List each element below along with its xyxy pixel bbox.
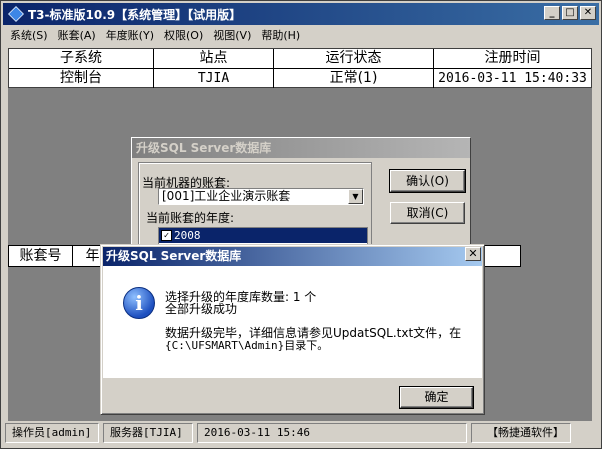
- account-combo[interactable]: [001]工业企业演示账套 ▼: [158, 188, 364, 205]
- chevron-down-icon[interactable]: ▼: [348, 189, 363, 204]
- upgrade-sql-dialog: 升级SQL Server数据库 当前机器的账套: [001]工业企业演示账套 ▼…: [131, 137, 471, 254]
- message-line-success: 全部升级成功: [165, 302, 238, 316]
- close-icon[interactable]: ✕: [465, 247, 481, 261]
- status-datetime: 2016-03-11 15:46: [197, 423, 467, 443]
- messagebox-title[interactable]: 升级SQL Server数据库: [103, 247, 482, 266]
- window-controls: _ □ ✕: [544, 6, 596, 20]
- cancel-button[interactable]: 取消(C): [390, 202, 465, 224]
- cell-register-time: 2016-03-11 15:40:33: [438, 71, 587, 86]
- status-bar: 操作员[admin] 服务器[TJIA] 2016-03-11 15:46 【畅…: [5, 423, 599, 445]
- header-register-time[interactable]: 注册时间: [434, 49, 591, 68]
- minimize-button[interactable]: _: [544, 6, 560, 20]
- message-line-path: {C:\UFSMART\Admin}目录下。: [165, 339, 329, 352]
- info-icon: i: [123, 287, 155, 319]
- window-title: T3-标准版10.9【系统管理】【试用版】: [28, 7, 242, 22]
- list-item[interactable]: ✓ 2008: [159, 228, 367, 243]
- menu-permission[interactable]: 权限(O): [159, 27, 208, 45]
- header-account-number[interactable]: 账套号: [9, 246, 73, 266]
- menu-system[interactable]: 系统(S): [5, 27, 53, 45]
- upgrade-result-messagebox: 升级SQL Server数据库 ✕ i 选择升级的年度库数量: 1 个 全部升级…: [100, 244, 485, 415]
- account-combo-value: [001]工业企业演示账套: [162, 189, 291, 203]
- header-site[interactable]: 站点: [154, 49, 274, 68]
- menu-account[interactable]: 账套(A): [53, 27, 101, 45]
- menu-help[interactable]: 帮助(H): [256, 27, 305, 45]
- ok-button[interactable]: 确定: [399, 386, 474, 409]
- grid-header-row: 子系统 站点 运行状态 注册时间: [9, 49, 591, 69]
- menu-year-account[interactable]: 年度账(Y): [101, 27, 159, 45]
- menu-bar: 系统(S) 账套(A) 年度账(Y) 权限(O) 视图(V) 帮助(H): [5, 27, 305, 45]
- cell-status: 正常(1): [274, 69, 434, 88]
- messagebox-content: i 选择升级的年度库数量: 1 个 全部升级成功 数据升级完毕，详细信息请参见U…: [103, 266, 482, 378]
- status-operator: 操作员[admin]: [5, 423, 99, 443]
- upgrade-dialog-title[interactable]: 升级SQL Server数据库: [132, 138, 470, 158]
- subsystem-grid: 子系统 站点 运行状态 注册时间 控制台 TJIA 正常(1) 2016-03-…: [8, 48, 592, 89]
- header-subsystem[interactable]: 子系统: [9, 49, 154, 68]
- table-row[interactable]: 控制台 TJIA 正常(1) 2016-03-11 15:40:33: [9, 69, 591, 89]
- checkbox-checked-icon[interactable]: ✓: [161, 230, 172, 241]
- confirm-button[interactable]: 确认(O): [389, 169, 466, 193]
- header-status[interactable]: 运行状态: [274, 49, 434, 68]
- maximize-button[interactable]: □: [562, 6, 578, 20]
- status-brand: 【畅捷通软件】: [471, 423, 571, 443]
- app-icon: [8, 6, 24, 22]
- menu-view[interactable]: 视图(V): [208, 27, 256, 45]
- year-label: 当前账套的年度:: [146, 211, 235, 225]
- cell-subsystem: 控制台: [9, 69, 154, 88]
- cell-site: TJIA: [154, 69, 274, 88]
- app-window: T3-标准版10.9【系统管理】【试用版】 _ □ ✕ 系统(S) 账套(A) …: [0, 0, 602, 449]
- title-bar[interactable]: T3-标准版10.9【系统管理】【试用版】 _ □ ✕: [3, 3, 599, 25]
- status-server: 服务器[TJIA]: [103, 423, 193, 443]
- year-item-label: 2008: [174, 229, 201, 242]
- close-button[interactable]: ✕: [580, 6, 596, 20]
- upgrade-dialog-body: 当前机器的账套: [001]工业企业演示账套 ▼ 当前账套的年度: ✓ 2008…: [132, 158, 470, 254]
